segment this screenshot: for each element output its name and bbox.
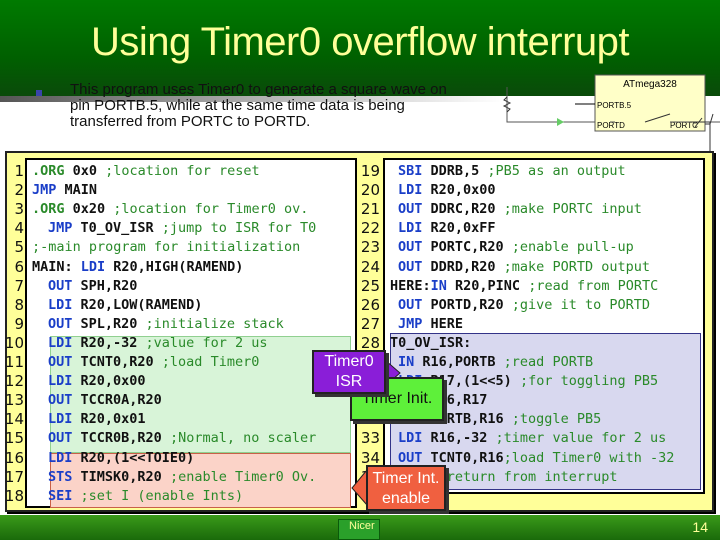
callout-timer-int-enable: Timer Int. enable xyxy=(366,465,446,511)
callout-arrows xyxy=(339,358,401,507)
callout-timer0-isr: Timer0 ISR xyxy=(312,350,386,394)
logo: Nicer xyxy=(338,519,380,540)
page-number: 14 xyxy=(692,519,708,535)
enable-arrow-icon xyxy=(351,468,368,507)
